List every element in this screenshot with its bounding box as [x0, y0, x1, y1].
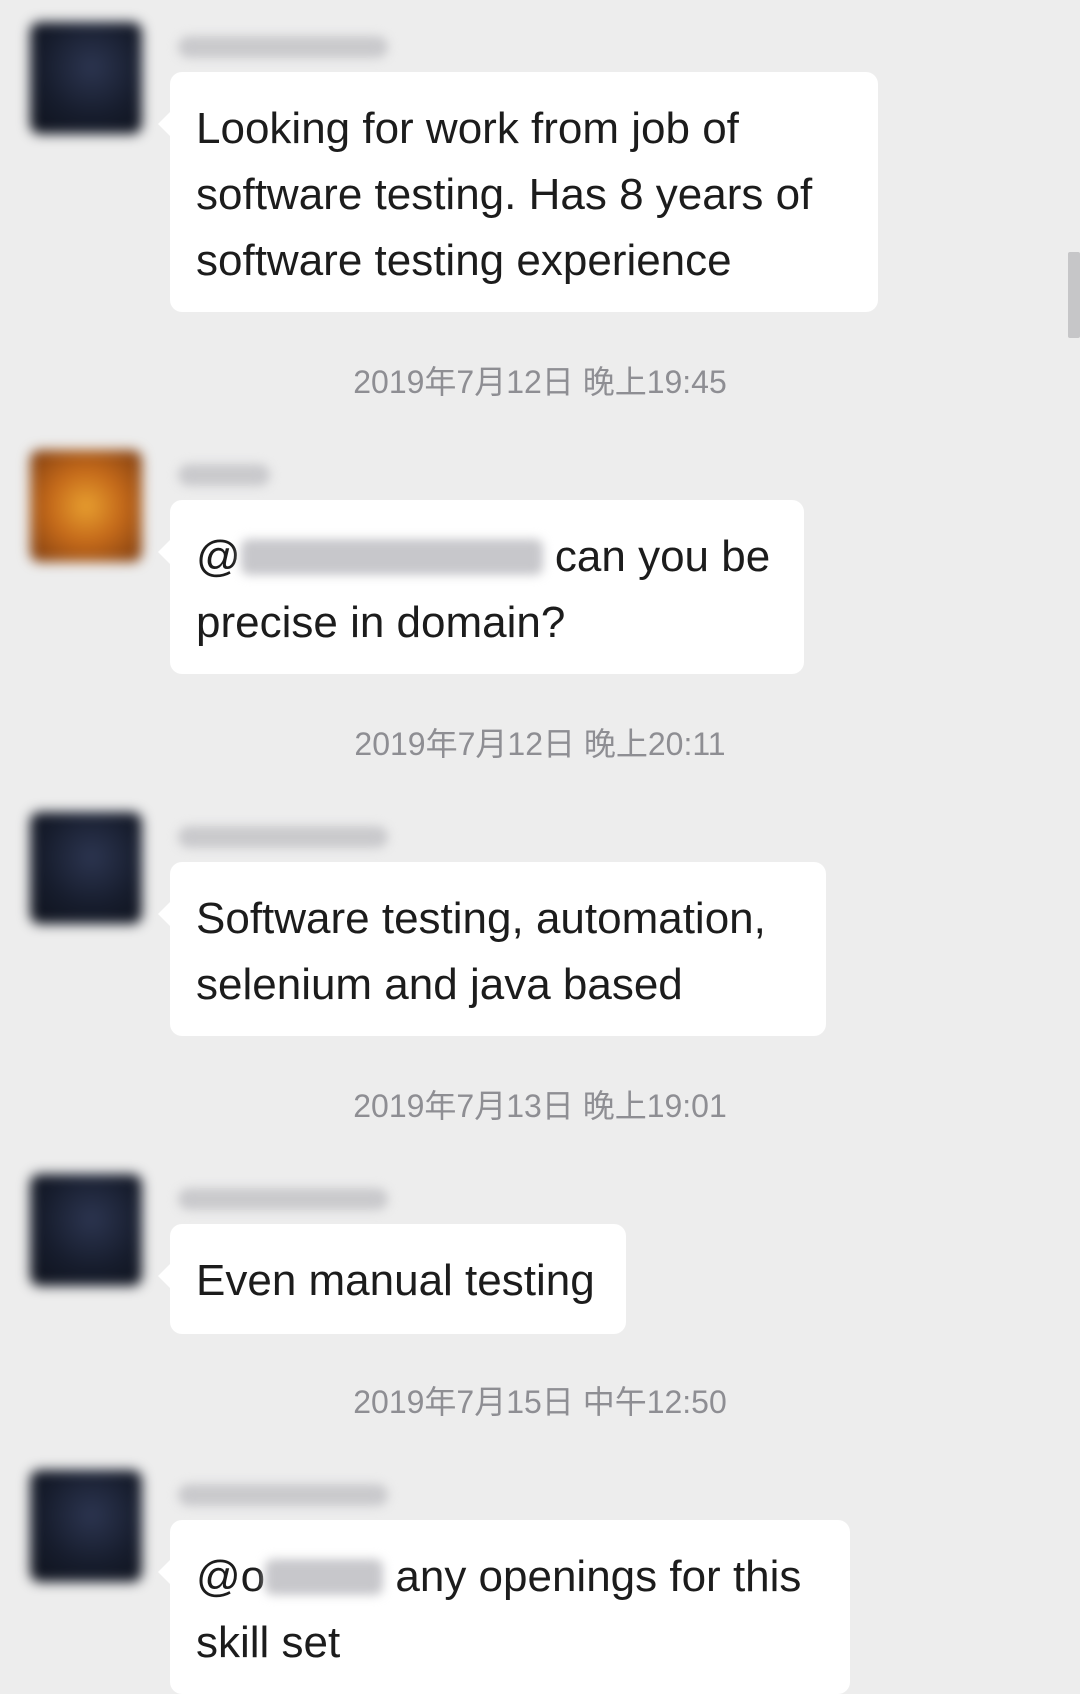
sender-avatar[interactable]	[30, 1174, 142, 1286]
message-timestamp: 2019年7月15日 中午12:50	[353, 1384, 727, 1420]
scrollbar-thumb[interactable]	[1068, 252, 1080, 338]
sender-avatar[interactable]	[30, 812, 142, 924]
chat-thread: Looking for work from job of software te…	[0, 0, 1080, 1694]
message-timestamp: 2019年7月13日 晚上19:01	[353, 1088, 727, 1124]
sender-avatar[interactable]	[30, 22, 142, 134]
message-bubble[interactable]: Even manual testing	[158, 1224, 626, 1334]
message-bubble[interactable]: @o any openings for this skill set	[158, 1520, 850, 1694]
sender-name-blurred	[178, 36, 388, 58]
mention-prefix: @	[196, 532, 241, 581]
sender-name-blurred	[178, 1188, 388, 1210]
message-text: Even manual testing	[196, 1256, 595, 1305]
sender-name-blurred	[178, 1484, 388, 1506]
message-timestamp: 2019年7月12日 晚上20:11	[354, 726, 726, 762]
message-timestamp: 2019年7月12日 晚上19:45	[353, 364, 727, 400]
sender-avatar[interactable]	[30, 1470, 142, 1582]
mention-name-blurred	[265, 1559, 384, 1595]
mention-prefix: @o	[196, 1552, 266, 1601]
sender-name-blurred	[178, 464, 270, 486]
sender-name-blurred	[178, 826, 388, 848]
message-bubble[interactable]: Looking for work from job of software te…	[158, 72, 878, 312]
message-bubble[interactable]: @ can you be precise in domain?	[158, 500, 804, 674]
message-text: Looking for work from job of software te…	[196, 104, 813, 285]
mention-name-blurred	[240, 539, 543, 575]
message-bubble[interactable]: Software testing, automation, selenium a…	[158, 862, 826, 1036]
message-text: Software testing, automation, selenium a…	[196, 894, 766, 1009]
sender-avatar[interactable]	[30, 450, 142, 562]
